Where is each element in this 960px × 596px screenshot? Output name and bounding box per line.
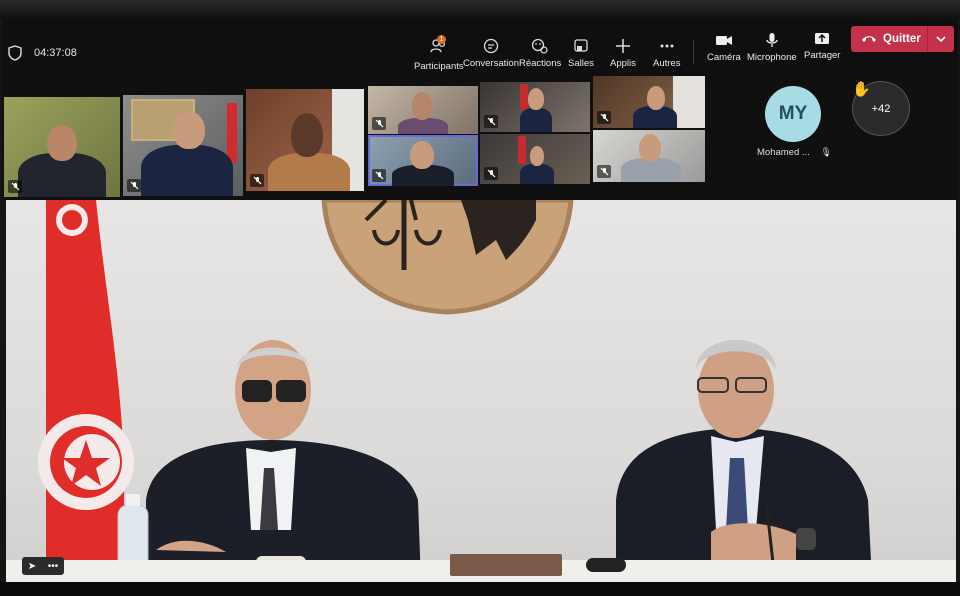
avatar-name-label: Mohamed ... 🎙︎ [757,147,832,158]
monitor-bezel-top [0,0,960,20]
shield-icon [8,45,22,61]
camera-label: Caméra [707,52,741,63]
conversation-button[interactable]: Conversation [463,38,519,69]
microphone-label: Microphone [747,52,797,63]
raised-hand-icon: ✋ [852,81,871,98]
participant-avatar[interactable]: MY [765,86,821,142]
reactions-button[interactable]: Réactions [519,38,561,69]
share-button[interactable]: Partager [804,30,840,61]
rooms-button[interactable]: Salles [568,38,594,69]
participant-video-tile[interactable] [4,97,120,197]
main-video-stage [6,200,956,582]
more-button[interactable]: Autres [653,38,680,69]
more-dots-icon [660,44,674,48]
participant-video-tile[interactable] [246,89,364,191]
stage-scene [6,200,956,582]
right-speaker [616,340,872,582]
muted-mic-icon [372,117,386,130]
muted-mic-icon [597,111,611,124]
muted-mic-icon [597,165,611,178]
leave-button[interactable]: Quitter [851,26,954,52]
microphone-base [586,558,626,572]
nameplate [450,554,562,576]
participants-label: Participants [414,61,464,72]
left-speaker [146,340,421,582]
participant-video-tile[interactable] [593,76,705,128]
muted-mic-icon [250,174,264,187]
muted-mic-icon [127,179,141,192]
muted-mic-icon [484,167,498,180]
more-label: Autres [653,58,681,69]
timer-text: 04:37:08 [34,47,77,59]
participant-video-tile[interactable] [123,95,243,196]
coat-of-arms-emblem [321,200,574,315]
meeting-timer: 04:37:08 [8,45,77,61]
participants-button[interactable]: 1 Participants [414,35,464,72]
chat-icon [483,38,499,54]
participants-badge: 1 [436,35,446,44]
participant-video-tile[interactable] [480,134,590,184]
share-label: Partager [804,50,841,61]
overflow-count: +42 [871,102,891,115]
pointer-icon: ➤ [27,560,37,572]
microphone-icon [766,33,778,47]
share-icon [815,33,830,44]
muted-mic-icon: 🎙︎ [820,147,832,157]
more-dots-icon: ••• [47,560,59,572]
participant-video-tile[interactable] [593,130,705,182]
apps-label: Applis [610,58,636,69]
muted-mic-icon [372,169,386,182]
phone-hangup-icon [862,36,876,42]
stage-controls[interactable]: ➤ ••• [22,557,64,575]
plus-icon [615,39,630,53]
chevron-down-icon [936,35,946,42]
reactions-label: Réactions [519,58,562,69]
participant-video-tile[interactable] [480,82,590,132]
participant-video-tile[interactable] [368,86,478,134]
leave-label: Quitter [883,33,921,45]
muted-mic-icon [8,180,22,193]
monitor-bezel-bottom [0,582,960,596]
leave-options-dropdown[interactable] [927,26,954,52]
avatar-name-text: Mohamed ... [757,147,810,158]
rooms-icon [574,39,588,52]
emoji-icon [531,38,548,54]
apps-button[interactable]: Applis [610,38,636,69]
muted-mic-icon [484,115,498,128]
camera-icon [715,36,732,45]
participant-video-tile-active[interactable] [368,135,478,186]
conversation-label: Conversation [463,58,519,69]
avatar-initials: MY [778,103,808,124]
rooms-label: Salles [568,58,594,69]
microphone-button[interactable]: Microphone [747,32,797,63]
toolbar-divider [693,40,694,64]
camera-button[interactable]: Caméra [707,32,741,63]
